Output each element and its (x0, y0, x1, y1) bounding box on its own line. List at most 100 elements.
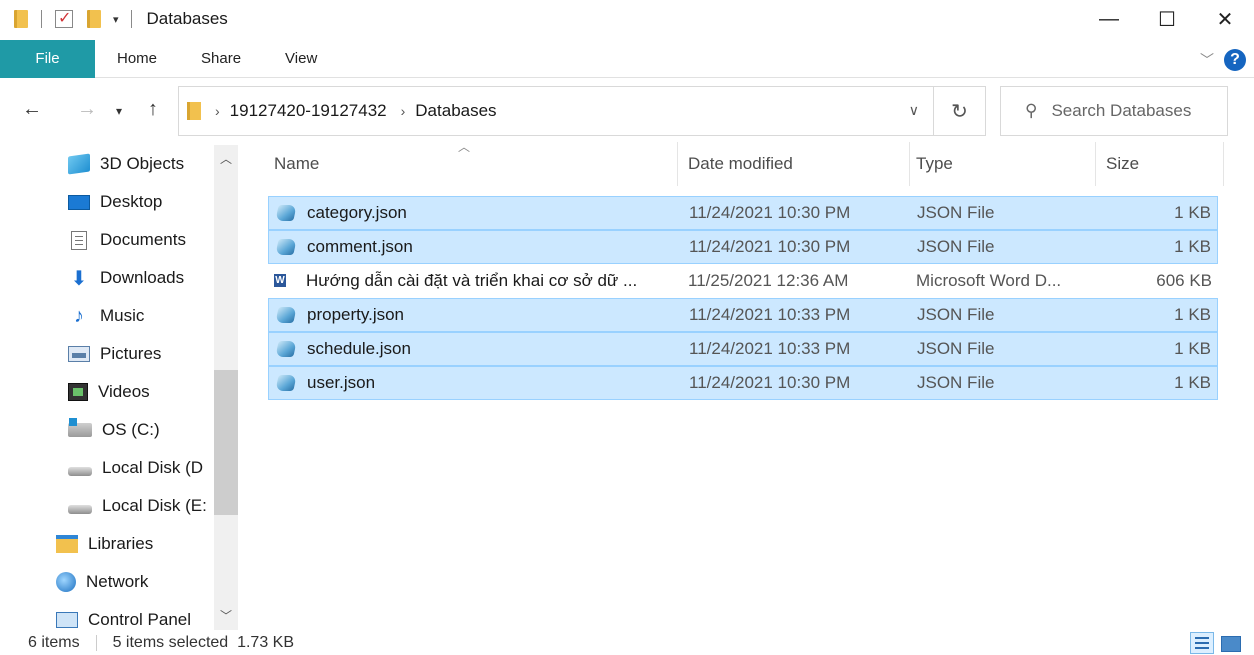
breadcrumb-chevron-icon[interactable]: › (401, 103, 406, 119)
nav-item-label: Downloads (100, 268, 185, 287)
nav-item-libraries[interactable]: Libraries (56, 527, 153, 561)
scroll-up-chevron-icon[interactable]: ︿ (214, 145, 238, 171)
tab-view[interactable]: View (263, 40, 339, 78)
nav-item-label: Local Disk (D (102, 458, 204, 477)
json-file-icon (275, 204, 297, 222)
nav-item-label: OS (C:) (102, 420, 160, 439)
ribbon-tabs: File Home Share View ﹀ ? (0, 39, 1254, 78)
scroll-down-chevron-icon[interactable]: ﹀ (214, 602, 238, 628)
refresh-button[interactable]: ↻ (934, 86, 986, 136)
file-size: 1 KB (1174, 339, 1211, 358)
nav-item-music[interactable]: ♪ Music (68, 299, 144, 333)
file-date: 11/24/2021 10:30 PM (689, 203, 851, 222)
window-controls: — ☐ ✕ (1080, 0, 1254, 38)
minimize-button[interactable]: — (1080, 0, 1138, 38)
status-bar: 6 items 5 items selected 1.73 KB (0, 630, 1254, 655)
breadcrumb-item[interactable]: 19127420-19127432 (230, 101, 387, 121)
maximize-button[interactable]: ☐ (1138, 0, 1196, 38)
file-size: 1 KB (1174, 237, 1211, 256)
file-row[interactable]: Hướng dẫn cài đặt và triển khai cơ sở dữ… (268, 264, 1218, 298)
nav-item-control-panel[interactable]: Control Panel (56, 603, 191, 630)
customize-toolbar-arrow-icon[interactable]: ▾ (113, 13, 119, 26)
nav-item-label: Videos (98, 382, 150, 401)
file-row[interactable]: property.json 11/24/2021 10:33 PM JSON F… (268, 298, 1218, 332)
file-size: 1 KB (1174, 203, 1211, 222)
address-dropdown-chevron-icon[interactable]: ∨ (909, 102, 919, 119)
file-row[interactable]: schedule.json 11/24/2021 10:33 PM JSON F… (268, 332, 1218, 366)
nav-item-downloads[interactable]: ⬇ Downloads (68, 261, 185, 295)
search-box[interactable]: ⚲ (1000, 86, 1228, 136)
refresh-icon: ↻ (951, 100, 968, 123)
details-view-icon[interactable] (1190, 632, 1214, 654)
nav-item-3d-objects[interactable]: 3D Objects (68, 147, 184, 181)
tab-home[interactable]: Home (95, 40, 179, 78)
file-type: JSON File (917, 237, 995, 256)
nav-item-local-disk-e[interactable]: Local Disk (E: (68, 489, 207, 523)
network-icon (56, 572, 76, 592)
folder-icon (187, 102, 201, 120)
nav-item-label: Documents (100, 230, 186, 249)
json-file-icon (275, 306, 297, 324)
nav-item-local-disk-d[interactable]: Local Disk (D (68, 451, 203, 485)
file-size: 606 KB (1156, 271, 1212, 290)
file-name: category.json (307, 203, 407, 222)
status-divider (95, 634, 97, 651)
breadcrumb-chevron-icon[interactable]: › (215, 103, 220, 119)
column-header-date[interactable]: Date modified (682, 142, 910, 186)
close-button[interactable]: ✕ (1196, 0, 1254, 38)
window-title: Databases (146, 9, 228, 28)
file-type: JSON File (917, 305, 995, 324)
tab-share[interactable]: Share (179, 40, 263, 78)
nav-item-documents[interactable]: Documents (68, 223, 186, 257)
column-header-label: Date modified (688, 154, 793, 173)
libraries-icon (56, 535, 78, 553)
nav-scrollbar-thumb[interactable] (214, 370, 238, 515)
json-file-icon (275, 238, 297, 256)
help-icon[interactable]: ? (1224, 49, 1246, 71)
up-arrow-icon[interactable]: ↑ (148, 98, 158, 121)
address-row: ← → ▾ ↑ › 19127420-19127432 › Databases … (0, 86, 1254, 136)
column-header-label: Type (916, 154, 953, 173)
large-icons-view-icon[interactable] (1218, 632, 1242, 654)
recent-locations-chevron-icon[interactable]: ▾ (116, 104, 122, 118)
nav-item-desktop[interactable]: Desktop (68, 185, 162, 219)
file-type: JSON File (917, 339, 995, 358)
json-file-icon (275, 374, 297, 392)
search-icon: ⚲ (1025, 101, 1038, 120)
forward-arrow-icon[interactable]: → (77, 98, 97, 121)
file-type: Microsoft Word D... (916, 271, 1062, 290)
json-file-icon (275, 340, 297, 358)
file-size: 1 KB (1174, 305, 1211, 324)
expand-ribbon-chevron-icon[interactable]: ﹀ (1200, 50, 1214, 70)
item-count: 6 items (28, 633, 80, 651)
column-header-size[interactable]: Size (1100, 142, 1224, 186)
nav-item-label: Libraries (88, 534, 154, 553)
back-arrow-icon[interactable]: ← (22, 98, 42, 121)
file-list: Name ︿ Date modified Type Size category.… (268, 140, 1228, 622)
file-name: comment.json (307, 237, 413, 256)
column-header-name[interactable]: Name ︿ (268, 140, 678, 186)
nav-item-pictures[interactable]: Pictures (68, 337, 161, 371)
file-date: 11/24/2021 10:33 PM (689, 339, 851, 358)
desktop-icon (68, 194, 90, 210)
file-date: 11/24/2021 10:33 PM (689, 305, 851, 324)
file-name: schedule.json (307, 339, 411, 358)
search-input[interactable] (1051, 101, 1212, 121)
ribbon-right-controls: ﹀ ? (1200, 49, 1246, 71)
file-row[interactable]: category.json 11/24/2021 10:30 PM JSON F… (268, 196, 1218, 230)
nav-item-os-drive[interactable]: OS (C:) (68, 413, 160, 447)
title-bar: ▾ Databases — ☐ ✕ (0, 0, 1254, 38)
breadcrumb-item[interactable]: Databases (415, 101, 496, 121)
nav-item-network[interactable]: Network (56, 565, 148, 599)
toolbar-divider (41, 10, 42, 28)
selection-info: 5 items selected 1.73 KB (112, 633, 295, 651)
properties-check-icon[interactable] (55, 8, 73, 28)
new-folder-icon[interactable] (87, 10, 101, 28)
file-row[interactable]: user.json 11/24/2021 10:30 PM JSON File … (268, 366, 1218, 400)
column-header-type[interactable]: Type (910, 142, 1096, 186)
file-row[interactable]: comment.json 11/24/2021 10:30 PM JSON Fi… (268, 230, 1218, 264)
nav-item-videos[interactable]: Videos (68, 375, 150, 409)
tab-file[interactable]: File (0, 39, 95, 78)
file-type: JSON File (917, 373, 995, 392)
address-bar[interactable]: › 19127420-19127432 › Databases ∨ (178, 86, 934, 136)
